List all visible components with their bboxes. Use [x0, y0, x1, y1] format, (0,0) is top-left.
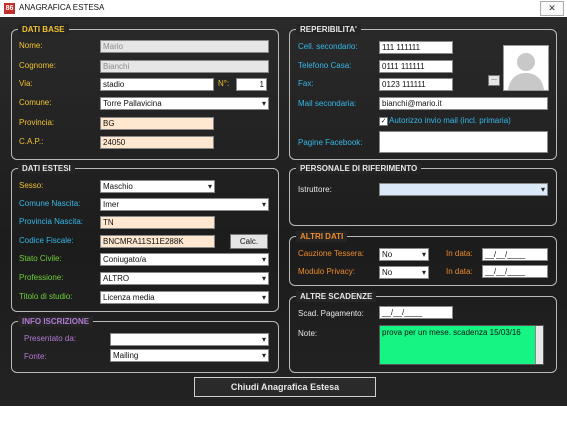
titolo-studio-select[interactable]: Licenza media [100, 291, 269, 304]
autorizzo-label: Autorizzo invio mail (incl. primaria) [389, 116, 511, 125]
privacy-data-label: In data: [446, 267, 473, 276]
group-title: REPERIBILITA' [296, 24, 361, 35]
group-personale: PERSONALE DI RIFERIMENTO [289, 163, 557, 226]
cauzione-select[interactable]: No [379, 248, 429, 261]
fonte-select[interactable]: Mailing [110, 349, 269, 362]
provincia-nascita-label: Provincia Nascita: [19, 217, 84, 226]
cauzione-data-label: In data: [446, 249, 473, 258]
comune-label: Comune: [19, 98, 52, 107]
fax-field[interactable]: 0123 111111 [379, 78, 453, 91]
via-label: Via: [19, 79, 33, 88]
note-scrollbar[interactable] [535, 326, 543, 364]
istruttore-label: Istruttore: [298, 185, 332, 194]
professione-select[interactable]: ALTRO [100, 272, 269, 285]
close-window-button[interactable]: ✕ [540, 1, 564, 16]
group-title: DATI ESTESI [18, 163, 75, 174]
cap-field[interactable]: 24050 [100, 136, 214, 149]
cell-field[interactable]: 111 111111 [379, 41, 453, 54]
nome-label: Nome: [19, 41, 43, 50]
telefono-field[interactable]: 0111 111111 [379, 60, 453, 73]
privacy-label: Modulo Privacy: [298, 267, 355, 276]
presentato-select[interactable] [110, 333, 269, 346]
comune-nascita-label: Comune Nascita: [19, 199, 81, 208]
cognome-field[interactable]: Bianchi [100, 60, 269, 73]
note-text: prova per un mese. scadenza 15/03/16 [382, 328, 521, 337]
codice-fiscale-field[interactable]: BNCMRA11S11E288K [100, 235, 215, 248]
group-title: PERSONALE DI RIFERIMENTO [296, 163, 422, 174]
calc-codice-fiscale-button[interactable]: Calc. [230, 234, 268, 249]
mail-field[interactable]: bianchi@mario.it [379, 97, 548, 110]
cauzione-data-field[interactable]: __/__/____ [482, 248, 548, 261]
note-textarea[interactable]: prova per un mese. scadenza 15/03/16 [379, 325, 544, 365]
numero-label: N°: [218, 79, 230, 88]
numero-field[interactable]: 1 [236, 78, 267, 91]
privacy-data-field[interactable]: __/__/____ [482, 265, 548, 278]
cognome-label: Cognome: [19, 61, 56, 70]
via-field[interactable]: stadio [100, 78, 214, 91]
mail-label: Mail secondaria: [298, 99, 357, 108]
sesso-label: Sesso: [19, 181, 44, 190]
sesso-select[interactable]: Maschio [100, 180, 215, 193]
group-title: DATI BASE [18, 24, 69, 35]
avatar-photo[interactable] [503, 45, 549, 91]
telefono-label: Telefono Casa: [298, 61, 352, 70]
professione-label: Professione: [19, 273, 64, 282]
provincia-field[interactable]: BG [100, 117, 214, 130]
fonte-label: Fonte: [24, 352, 47, 361]
fax-label: Fax: [298, 79, 314, 88]
scad-pagamento-field[interactable]: __/__/____ [379, 306, 453, 319]
app-logo-icon: 86 [4, 3, 15, 14]
window: 86 ANAGRAFICA ESTESA ✕ DATI BASE Nome: M… [0, 0, 567, 433]
cauzione-label: Cauzione Tessera: [298, 249, 365, 258]
scad-pagamento-label: Scad. Pagamento: [298, 309, 364, 318]
provincia-nascita-field[interactable]: TN [100, 216, 215, 229]
window-title: ANAGRAFICA ESTESA [19, 3, 105, 12]
comune-select[interactable]: Torre Pallavicina [100, 97, 269, 110]
facebook-label: Pagine Facebook: [298, 138, 363, 147]
group-title: ALTRE SCADENZE [296, 291, 377, 302]
provincia-label: Provincia: [19, 118, 55, 127]
privacy-select[interactable]: No [379, 266, 429, 279]
photo-browse-button[interactable]: ... [488, 75, 500, 86]
istruttore-select[interactable] [379, 183, 548, 196]
autorizzo-checkbox[interactable]: ✓ [379, 117, 388, 126]
codice-fiscale-label: Codice Fiscale: [19, 236, 74, 245]
user-silhouette-icon [504, 46, 548, 90]
title-bar: 86 ANAGRAFICA ESTESA ✕ [0, 0, 567, 18]
cell-label: Cell. secondario: [298, 42, 358, 51]
stato-civile-select[interactable]: Coniugato/a [100, 253, 269, 266]
facebook-field[interactable] [379, 131, 548, 153]
group-title: ALTRI DATI [296, 231, 348, 242]
comune-nascita-select[interactable]: Imer [100, 198, 269, 211]
note-label: Note: [298, 329, 318, 338]
presentato-label: Presentato da: [24, 334, 77, 343]
titolo-studio-label: Titolo di studio: [19, 292, 73, 301]
nome-field[interactable]: Mario [100, 40, 269, 53]
group-info-iscrizione: INFO ISCRIZIONE [11, 316, 279, 373]
cap-label: C.A.P.: [19, 137, 44, 146]
stato-civile-label: Stato Civile: [19, 254, 62, 263]
chiudi-anagrafica-button[interactable]: Chiudi Anagrafica Estesa [194, 377, 376, 397]
group-title: INFO ISCRIZIONE [18, 316, 94, 327]
